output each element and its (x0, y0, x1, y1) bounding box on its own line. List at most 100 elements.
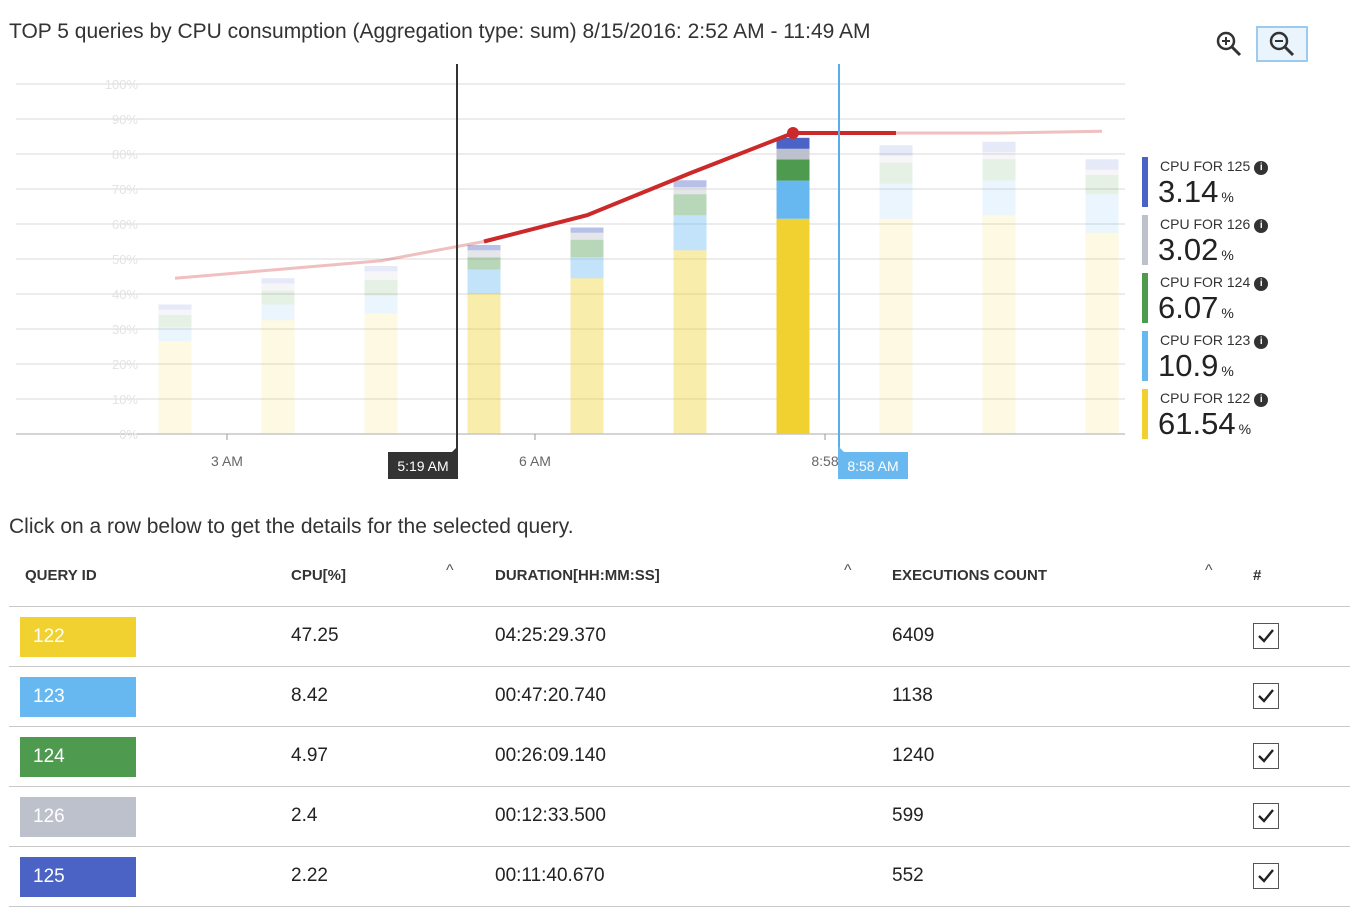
legend-color-bar (1142, 273, 1148, 323)
legend-label: CPU FOR 125 (1160, 158, 1251, 174)
bar-segment[interactable] (1085, 159, 1119, 170)
bar-segment[interactable] (261, 304, 295, 321)
bar-segment[interactable] (570, 232, 604, 240)
y-tick-label: 30% (112, 322, 138, 337)
zoom-out-button[interactable] (1256, 26, 1308, 62)
bar-segment[interactable] (261, 283, 295, 291)
info-icon[interactable]: i (1254, 219, 1269, 233)
bar-segment[interactable] (776, 159, 810, 181)
y-tick-label: 50% (112, 252, 138, 267)
bar-segment[interactable] (1085, 169, 1119, 175)
bar-segment[interactable] (776, 148, 810, 160)
bar-segment[interactable] (364, 271, 398, 280)
bar-segment[interactable] (158, 309, 192, 315)
bar-segment[interactable] (879, 162, 913, 184)
bar-segment[interactable] (982, 159, 1016, 181)
bar-segment[interactable] (158, 341, 192, 434)
row-checkbox[interactable] (1253, 803, 1279, 829)
table-row[interactable]: 122 47.25 04:25:29.370 6409 (9, 607, 1350, 667)
legend-item: CPU FOR 125 i 3.14% (1142, 156, 1332, 214)
bar-segment[interactable] (364, 280, 398, 296)
info-icon[interactable]: i (1254, 393, 1269, 407)
bar-segment[interactable] (364, 266, 398, 272)
sort-executions-icon[interactable]: ^ (1205, 562, 1213, 580)
query-id-chip: 123 (20, 677, 136, 717)
bar-segment[interactable] (158, 315, 192, 328)
bar-segment[interactable] (261, 278, 295, 284)
legend-unit: % (1221, 247, 1234, 263)
bar-segment[interactable] (467, 257, 501, 270)
bar-segment[interactable] (261, 290, 295, 305)
bar-segment[interactable] (467, 294, 501, 434)
legend-item: CPU FOR 124 i 6.07% (1142, 272, 1332, 330)
bar-segment[interactable] (982, 152, 1016, 160)
legend-color-bar (1142, 389, 1148, 439)
sort-cpu-icon[interactable]: ^ (446, 562, 454, 580)
bar-segment[interactable] (776, 218, 810, 434)
bar-segment[interactable] (673, 250, 707, 434)
bar-segment[interactable] (364, 295, 398, 314)
info-icon[interactable]: i (1254, 335, 1269, 349)
bar-segment[interactable] (467, 245, 501, 251)
column-header-executions[interactable]: EXECUTIONS COUNT (892, 567, 1047, 584)
legend-unit: % (1221, 305, 1234, 321)
y-tick-label: 20% (112, 357, 138, 372)
bar-segment[interactable] (982, 180, 1016, 216)
column-header-query-id[interactable]: QUERY ID (25, 567, 97, 584)
table-row[interactable]: 126 2.4 00:12:33.500 599 (9, 787, 1350, 847)
bar-segment[interactable] (982, 141, 1016, 153)
bar-segment[interactable] (1085, 232, 1119, 434)
bar-segment[interactable] (673, 187, 707, 195)
query-id-chip: 124 (20, 737, 136, 777)
bar-segment[interactable] (879, 183, 913, 219)
checkmark-icon (1258, 629, 1274, 643)
info-icon[interactable]: i (1254, 161, 1269, 175)
bar-segment[interactable] (776, 180, 810, 219)
selection-start-notch (452, 446, 458, 452)
table-row[interactable]: 125 2.22 00:11:40.670 552 (9, 847, 1350, 907)
bar-segment[interactable] (570, 257, 604, 279)
bar-segment[interactable] (261, 320, 295, 434)
duration-cell: 00:12:33.500 (495, 805, 606, 826)
row-checkbox[interactable] (1253, 623, 1279, 649)
bar-segment[interactable] (879, 145, 913, 156)
column-header-duration[interactable]: DURATION[HH:MM:SS] (495, 567, 660, 584)
table-row[interactable]: 123 8.42 00:47:20.740 1138 (9, 667, 1350, 727)
bar-segment[interactable] (1085, 175, 1119, 195)
table-row[interactable]: 124 4.97 00:26:09.140 1240 (9, 727, 1350, 787)
bar-segment[interactable] (982, 215, 1016, 434)
y-tick-label: 40% (112, 287, 138, 302)
bar-segment[interactable] (570, 239, 604, 258)
legend-color-bar (1142, 331, 1148, 381)
bar-segment[interactable] (570, 278, 604, 434)
legend-label: CPU FOR 126 (1160, 216, 1251, 232)
bar-segment[interactable] (673, 180, 707, 188)
selection-end-label: 8:58 AM (847, 458, 898, 474)
queries-table: QUERY ID CPU[%] ^ DURATION[HH:MM:SS] ^ E… (9, 548, 1350, 907)
row-checkbox[interactable] (1253, 743, 1279, 769)
bar-segment[interactable] (879, 218, 913, 434)
info-icon[interactable]: i (1254, 277, 1269, 291)
duration-cell: 00:47:20.740 (495, 685, 606, 706)
bar-segment[interactable] (158, 327, 192, 342)
sort-duration-icon[interactable]: ^ (844, 562, 852, 580)
bar-segment[interactable] (364, 313, 398, 434)
zoom-in-button[interactable] (1206, 26, 1252, 62)
bar-segment[interactable] (570, 227, 604, 233)
y-tick-label: 70% (112, 182, 138, 197)
row-checkbox[interactable] (1253, 863, 1279, 889)
legend-label: CPU FOR 122 (1160, 390, 1251, 406)
table-header: QUERY ID CPU[%] ^ DURATION[HH:MM:SS] ^ E… (9, 548, 1350, 607)
bar-segment[interactable] (467, 250, 501, 258)
total-cpu-marker[interactable] (787, 127, 799, 139)
legend-value: 10.9 (1158, 348, 1219, 383)
bar-segment[interactable] (673, 215, 707, 251)
cpu-chart[interactable]: 100% 90% 80% 70% 60% 50% 40% 30% 20% 10% 0% 3 AM 6 A… (0, 60, 1140, 485)
bar-segment[interactable] (673, 194, 707, 216)
bar-segment[interactable] (158, 304, 192, 310)
row-checkbox[interactable] (1253, 683, 1279, 709)
bar-segment[interactable] (879, 155, 913, 163)
column-header-cpu[interactable]: CPU[%] (291, 567, 346, 584)
bar-segment[interactable] (1085, 194, 1119, 233)
bar-segment[interactable] (467, 269, 501, 295)
